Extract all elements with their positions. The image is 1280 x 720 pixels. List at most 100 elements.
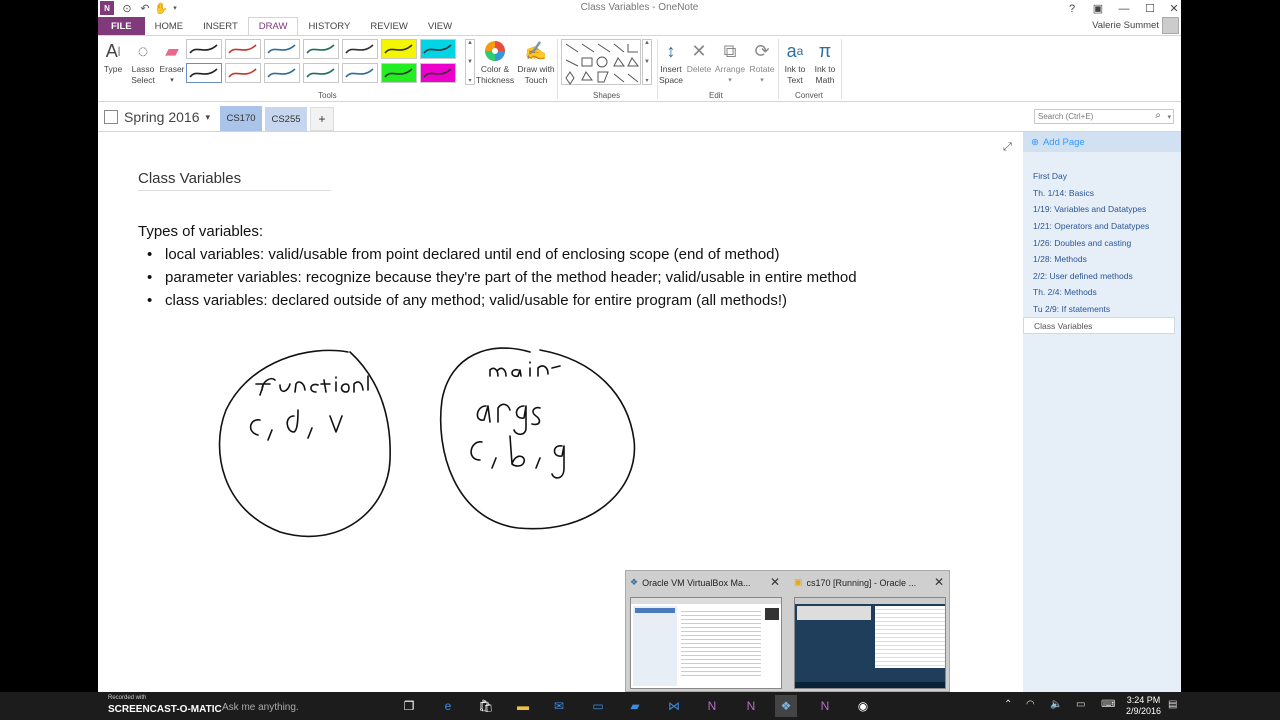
- action-center-icon[interactable]: ▤: [1168, 699, 1177, 710]
- edge-icon[interactable]: e: [437, 695, 459, 717]
- task-view-icon[interactable]: ❐: [398, 695, 420, 717]
- thumbnail-cs170-running[interactable]: ▣ cs170 [Running] - Oracle ... ✕: [790, 571, 950, 693]
- pen-swatch[interactable]: [420, 39, 456, 59]
- onenote-taskbar-icon[interactable]: N: [814, 695, 836, 717]
- page-list-item[interactable]: 1/21: Operators and Datatypes: [1023, 218, 1181, 235]
- screencast-icon[interactable]: ◉: [852, 695, 874, 717]
- tab-history[interactable]: HISTORY: [298, 17, 360, 35]
- page-list-item[interactable]: Tu 2/9: If statements: [1023, 301, 1181, 318]
- rotate-button[interactable]: ⟳ Rotate ▾: [748, 38, 776, 86]
- virtualbox-taskbar-icon[interactable]: ❖: [775, 695, 797, 717]
- add-page-label: Add Page: [1042, 136, 1085, 148]
- store-icon[interactable]: 🛍: [475, 695, 497, 717]
- pen-swatch[interactable]: [381, 63, 417, 83]
- tab-section-cs170[interactable]: CS170: [220, 106, 262, 131]
- tab-home[interactable]: HOME: [145, 17, 194, 35]
- notebook-selector[interactable]: Spring 2016 ▾: [104, 109, 210, 125]
- handwritten-ink-drawing[interactable]: [200, 340, 660, 550]
- ink-to-text-button[interactable]: aa Ink to Text: [781, 38, 809, 86]
- rotate-icon: ⟳: [754, 40, 770, 61]
- page-title[interactable]: Class Variables: [138, 170, 241, 187]
- user-name[interactable]: Valerie Summet: [1092, 20, 1159, 31]
- tab-view[interactable]: VIEW: [418, 17, 462, 35]
- add-page-button[interactable]: ⊕ Add Page: [1023, 132, 1181, 152]
- minimize-icon[interactable]: —: [1111, 0, 1137, 17]
- clock-date: 2/9/2016: [1126, 706, 1162, 716]
- notification-icon[interactable]: ▭: [1076, 699, 1085, 710]
- search-input[interactable]: Search (Ctrl+E) ⌕ ▾: [1034, 109, 1174, 124]
- thumbnail-title-text: cs170 [Running] - Oracle ...: [806, 577, 917, 588]
- ribbon-options-icon[interactable]: ▣: [1085, 0, 1111, 17]
- cortana-search-input[interactable]: Ask me anything.: [222, 702, 299, 713]
- page-list-item[interactable]: Th. 1/14: Basics: [1023, 185, 1181, 202]
- pen-swatch[interactable]: [186, 63, 222, 83]
- avatar[interactable]: [1162, 17, 1179, 34]
- page-list-item[interactable]: First Day: [1023, 168, 1181, 185]
- file-explorer-icon[interactable]: ▬: [512, 695, 534, 717]
- insert-space-button[interactable]: ↕ Insert Space: [658, 38, 684, 86]
- clock[interactable]: 3:24 PM 2/9/2016: [1126, 695, 1161, 717]
- rotate-label: Rotate: [749, 64, 775, 74]
- page-list-panel: ⊕ Add Page First Day Th. 1/14: Basics 1/19…: [1023, 132, 1181, 692]
- shapes-gallery-scroll[interactable]: ▲ ▼ ▾: [642, 39, 652, 85]
- page-list-item[interactable]: 1/28: Methods: [1023, 251, 1181, 268]
- tab-file[interactable]: FILE: [98, 17, 145, 35]
- eraser-button[interactable]: ▰ Eraser ▾: [157, 38, 187, 86]
- mail-icon[interactable]: ✉: [548, 695, 570, 717]
- page-list-item[interactable]: 1/19: Variables and Datatypes: [1023, 201, 1181, 218]
- volume-icon[interactable]: 🔈: [1050, 699, 1062, 710]
- wifi-icon[interactable]: ◠: [1026, 699, 1035, 710]
- terminal-icon[interactable]: ▰: [624, 695, 646, 717]
- visual-studio-icon[interactable]: ⋈: [663, 695, 685, 717]
- pen-swatch[interactable]: [225, 63, 261, 83]
- note-container[interactable]: Types of variables: • local variables: va…: [138, 220, 857, 312]
- delete-button[interactable]: ✕ Delete: [685, 38, 713, 75]
- full-page-view-icon[interactable]: ⤢: [1003, 141, 1012, 154]
- pen-swatch[interactable]: [342, 39, 378, 59]
- color-thickness-button[interactable]: Color & Thickness: [476, 38, 514, 86]
- tab-draw[interactable]: DRAW: [247, 17, 299, 35]
- pen-swatch[interactable]: [264, 63, 300, 83]
- pen-swatch[interactable]: [303, 39, 339, 59]
- pen-swatch[interactable]: [186, 39, 222, 59]
- pen-swatch[interactable]: [303, 63, 339, 83]
- keyboard-icon[interactable]: ⌨: [1101, 699, 1115, 710]
- remote-desktop-icon[interactable]: ▭: [587, 695, 609, 717]
- shapes-gallery[interactable]: [561, 39, 641, 85]
- title-bar: N ⊙ ↶ ✋ ▾ Class Variables - OneNote ? ▣ …: [98, 0, 1181, 17]
- thumbnail-virtualbox-manager[interactable]: ❖ Oracle VM VirtualBox Ma... ✕: [626, 571, 786, 693]
- lasso-select-button[interactable]: ◌ Lasso Select: [127, 38, 159, 86]
- close-icon[interactable]: ✕: [1161, 0, 1181, 17]
- page-list: First Day Th. 1/14: Basics 1/19: Variables…: [1023, 168, 1181, 334]
- draw-with-touch-button[interactable]: ✍ Draw with Touch: [514, 38, 558, 86]
- pen-swatch[interactable]: [225, 39, 261, 59]
- ink-to-math-button[interactable]: π Ink to Math: [810, 38, 840, 86]
- onenote-2016-icon[interactable]: N: [701, 695, 723, 717]
- maximize-icon[interactable]: ☐: [1137, 0, 1163, 17]
- onenote-app-icon[interactable]: N: [740, 695, 762, 717]
- tab-section-cs255[interactable]: CS255: [265, 107, 307, 131]
- pen-swatch[interactable]: [420, 63, 456, 83]
- close-icon[interactable]: ✕: [934, 575, 944, 589]
- tab-review[interactable]: REVIEW: [360, 17, 417, 35]
- vm-icon: ▣: [794, 577, 803, 587]
- page-list-item[interactable]: Th. 2/4: Methods: [1023, 284, 1181, 301]
- close-icon[interactable]: ✕: [770, 575, 780, 589]
- type-button[interactable]: A | Type: [102, 38, 124, 75]
- tab-insert[interactable]: INSERT: [193, 17, 248, 35]
- help-icon[interactable]: ?: [1059, 0, 1085, 17]
- pen-swatch[interactable]: [264, 39, 300, 59]
- page-list-item[interactable]: 2/2: User defined methods: [1023, 268, 1181, 285]
- pen-swatch[interactable]: [381, 39, 417, 59]
- page-list-item[interactable]: 1/26: Doubles and casting: [1023, 234, 1181, 251]
- eraser-icon: ▰: [165, 40, 179, 61]
- ink-to-math-icon: π: [818, 40, 832, 61]
- arrange-button[interactable]: ⧉ Arrange ▾: [713, 38, 747, 86]
- pen-gallery-scroll[interactable]: ▲ ▼ ▾: [465, 39, 475, 85]
- bullet-list: • local variables: valid/usable from poin…: [147, 243, 857, 312]
- add-section-button[interactable]: +: [310, 107, 334, 131]
- bullet-text: parameter variables: recognize because t…: [165, 269, 857, 286]
- show-hidden-icons-icon[interactable]: ⌃: [1004, 699, 1012, 710]
- page-list-item[interactable]: Class Variables: [1023, 317, 1175, 334]
- pen-swatch[interactable]: [342, 63, 378, 83]
